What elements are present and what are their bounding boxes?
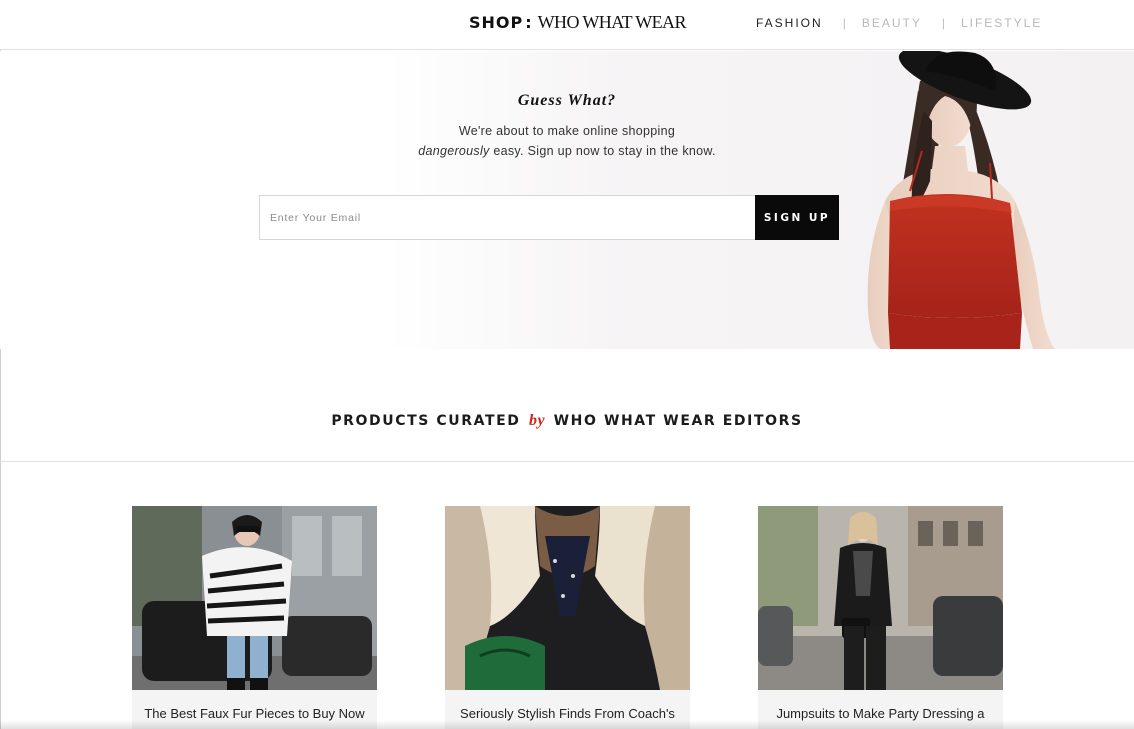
section-title-by: by xyxy=(529,412,546,429)
nav-item-beauty[interactable]: BEAUTY xyxy=(862,16,922,30)
product-card[interactable]: The Best Faux Fur Pieces to Buy Now xyxy=(132,506,377,729)
hero-heading-text: Guess What? xyxy=(517,92,617,109)
site-logo[interactable]: SHOP : WHO WHAT WEAR xyxy=(469,12,686,33)
hero-line-2: easy. Sign up now to stay in the know. xyxy=(489,144,716,158)
signup-form: SIGN UP xyxy=(259,195,839,240)
section-divider xyxy=(0,461,1134,462)
signup-button[interactable]: SIGN UP xyxy=(755,195,839,240)
nav-separator: | xyxy=(941,16,945,30)
hero-emphasis: dangerously xyxy=(418,144,490,158)
product-card[interactable]: Jumpsuits to Make Party Dressing a xyxy=(758,506,1003,729)
email-input[interactable] xyxy=(259,195,755,240)
window-bottom-shadow xyxy=(0,720,1134,729)
logo-colon: : xyxy=(525,13,532,32)
product-image-coach[interactable] xyxy=(445,506,690,690)
main-nav: FASHION | BEAUTY | LIFESTYLE xyxy=(756,16,1042,30)
logo-shop-text: SHOP xyxy=(469,13,524,32)
product-card[interactable]: Seriously Stylish Finds From Coach's xyxy=(445,506,690,729)
section-title: PRODUCTS CURATED by WHO WHAT WEAR EDITOR… xyxy=(0,412,1134,430)
section-title-pre: PRODUCTS CURATED xyxy=(331,413,521,429)
product-image-jumpsuit[interactable] xyxy=(758,506,1003,690)
product-image-faux-fur[interactable] xyxy=(132,506,377,690)
newsletter-hero: Guess What? We're about to make online s… xyxy=(0,51,1134,349)
hero-line-1: We're about to make online shopping xyxy=(458,124,676,138)
section-title-post: WHO WHAT WEAR EDITORS xyxy=(553,413,803,429)
nav-item-lifestyle[interactable]: LIFESTYLE xyxy=(961,16,1042,30)
nav-item-fashion[interactable]: FASHION xyxy=(756,16,823,30)
logo-brand-text: WHO WHAT WEAR xyxy=(537,12,687,32)
nav-separator: | xyxy=(842,16,846,30)
model-photo xyxy=(867,51,1055,349)
site-header: SHOP : WHO WHAT WEAR FASHION | BEAUTY | … xyxy=(0,0,1134,50)
hero-description: We're about to make online shopping dang… xyxy=(380,121,754,161)
